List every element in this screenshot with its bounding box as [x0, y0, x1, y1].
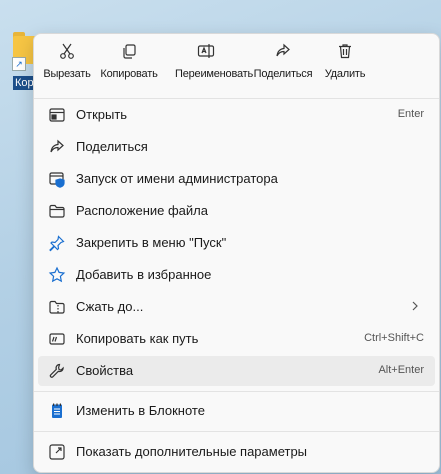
- rename-icon: [175, 42, 237, 60]
- context-menu: Вырезать Копировать Переименовать Подели…: [33, 33, 440, 473]
- menu-item-label: Открыть: [76, 107, 128, 122]
- menu-item-file-location[interactable]: Расположение файла: [38, 196, 435, 226]
- copy-path-icon: [48, 330, 66, 348]
- quick-actions-bar: Вырезать Копировать Переименовать Подели…: [34, 34, 439, 94]
- star-icon: [48, 266, 66, 284]
- menu-item-open[interactable]: Открыть Enter: [38, 100, 435, 130]
- cut-button[interactable]: Вырезать: [36, 42, 98, 88]
- wrench-icon: [48, 362, 66, 380]
- copy-button[interactable]: Копировать: [98, 42, 160, 88]
- menu-item-share[interactable]: Поделиться: [38, 132, 435, 162]
- more-options-icon: [48, 443, 66, 461]
- menu-item-label: Копировать как путь: [76, 331, 199, 346]
- menu-item-copy-path[interactable]: Копировать как путь Ctrl+Shift+C: [38, 324, 435, 354]
- menu-item-run-as-admin[interactable]: Запуск от имени администратора: [38, 164, 435, 194]
- rename-label: Переименовать: [175, 68, 254, 80]
- menu-item-label: Поделиться: [76, 139, 148, 154]
- menu-item-label: Запуск от имени администратора: [76, 171, 278, 186]
- menu-item-shortcut: Alt+Enter: [378, 364, 424, 376]
- menu-item-shortcut: Ctrl+Shift+C: [364, 332, 424, 344]
- menu-item-label: Изменить в Блокноте: [76, 403, 205, 418]
- share-icon: [252, 42, 314, 60]
- menu-item-edit-notepad[interactable]: Изменить в Блокноте: [38, 396, 435, 426]
- cut-label: Вырезать: [43, 68, 91, 80]
- copy-label: Копировать: [100, 68, 158, 80]
- cut-icon: [36, 42, 98, 60]
- menu-item-more-options[interactable]: Показать дополнительные параметры: [38, 437, 435, 467]
- zip-folder-icon: [48, 298, 66, 316]
- share-quick-label: Поделиться: [253, 68, 313, 80]
- share-quick-button[interactable]: Поделиться: [252, 42, 314, 88]
- chevron-right-icon: [411, 299, 419, 318]
- divider: [34, 391, 439, 392]
- run-as-admin-icon: [48, 170, 66, 188]
- menu-item-shortcut: Enter: [397, 108, 424, 120]
- copy-icon: [98, 42, 160, 60]
- menu-item-pin-start[interactable]: Закрепить в меню "Пуск": [38, 228, 435, 258]
- folder-icon: [48, 202, 66, 220]
- delete-label: Удалить: [324, 68, 366, 80]
- menu-item-add-favorites[interactable]: Добавить в избранное: [38, 260, 435, 290]
- pin-icon: [48, 234, 66, 252]
- menu-item-label: Показать дополнительные параметры: [76, 444, 308, 459]
- menu-item-label: Сжать до...: [76, 299, 144, 314]
- menu-item-label: Свойства: [76, 363, 134, 378]
- menu-item-label: Расположение файла: [76, 203, 208, 218]
- delete-icon: [314, 42, 376, 60]
- menu-item-label: Закрепить в меню "Пуск": [76, 235, 227, 250]
- menu-item-compress[interactable]: Сжать до...: [38, 292, 435, 322]
- shortcut-arrow-icon: ↗: [12, 57, 26, 71]
- divider: [34, 431, 439, 432]
- divider: [34, 98, 439, 99]
- delete-button[interactable]: Удалить: [314, 42, 376, 88]
- rename-button[interactable]: Переименовать: [175, 42, 254, 88]
- menu-item-properties[interactable]: Свойства Alt+Enter: [38, 356, 435, 386]
- notepad-icon: [48, 402, 66, 420]
- share-icon: [48, 138, 66, 156]
- open-icon: [48, 106, 66, 124]
- menu-item-label: Добавить в избранное: [76, 267, 212, 282]
